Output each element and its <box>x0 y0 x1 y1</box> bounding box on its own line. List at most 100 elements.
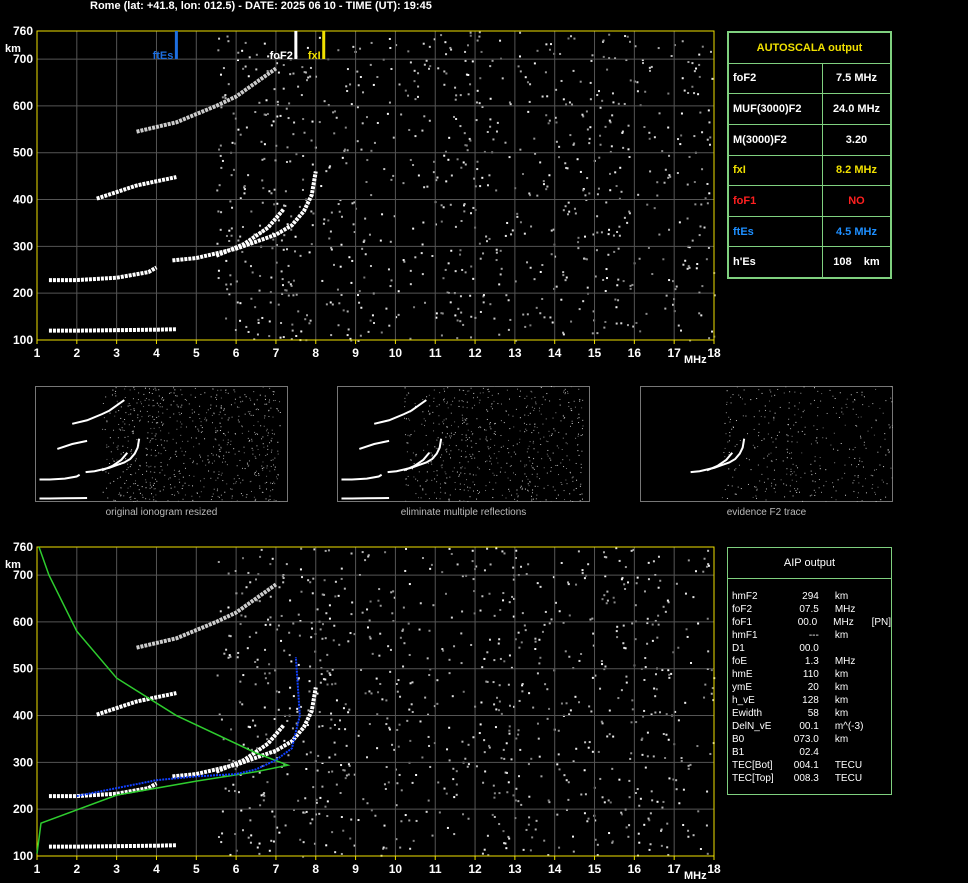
noise-dot <box>317 754 320 757</box>
noise-dot <box>814 481 816 483</box>
noise-dot <box>359 334 362 337</box>
noise-dot <box>150 428 152 430</box>
noise-dot <box>560 462 562 464</box>
noise-dot <box>242 479 244 481</box>
noise-dot <box>615 185 618 188</box>
noise-dot <box>180 447 182 449</box>
noise-dot <box>274 469 276 471</box>
noise-dot <box>241 425 243 427</box>
noise-dot <box>217 277 220 280</box>
noise-dot <box>448 672 451 675</box>
noise-dot <box>466 765 469 768</box>
noise-dot <box>627 581 630 584</box>
noise-dot <box>230 443 232 445</box>
noise-dot <box>525 428 527 430</box>
noise-dot <box>431 479 433 481</box>
noise-dot <box>445 792 448 795</box>
noise-dot <box>603 801 606 804</box>
noise-dot <box>117 478 119 480</box>
noise-dot <box>530 757 533 760</box>
noise-dot <box>254 660 257 663</box>
noise-dot <box>301 188 304 191</box>
noise-dot <box>840 443 842 445</box>
noise-dot <box>562 98 565 101</box>
noise-dot <box>277 408 279 410</box>
noise-dot <box>536 465 538 467</box>
noise-dot <box>605 201 608 204</box>
noise-dot <box>629 757 632 760</box>
noise-dot <box>151 486 153 488</box>
noise-dot <box>546 185 549 188</box>
noise-dot <box>228 634 231 637</box>
noise-dot <box>826 412 828 414</box>
noise-dot <box>402 182 405 185</box>
noise-dot <box>456 471 458 473</box>
noise-dot <box>261 158 264 161</box>
noise-dot <box>427 444 429 446</box>
noise-dot <box>470 212 473 215</box>
noise-dot <box>837 449 839 451</box>
noise-dot <box>239 235 242 238</box>
noise-dot <box>226 288 229 291</box>
noise-dot <box>579 399 581 401</box>
noise-dot <box>660 844 663 847</box>
noise-dot <box>423 115 426 118</box>
noise-dot <box>610 145 613 148</box>
noise-dot <box>436 176 439 179</box>
noise-dot <box>193 475 195 477</box>
x-unit-label: MHz <box>684 354 707 366</box>
noise-dot <box>490 406 492 408</box>
noise-dot <box>318 710 321 713</box>
noise-dot <box>735 468 737 470</box>
noise-dot <box>549 43 552 46</box>
noise-dot <box>670 55 673 58</box>
noise-dot <box>225 389 227 391</box>
noise-dot <box>567 201 570 204</box>
noise-dot <box>289 160 292 163</box>
noise-dot <box>376 121 379 124</box>
noise-dot <box>874 491 876 493</box>
noise-dot <box>472 277 475 280</box>
autoscala-param-value: NO <box>821 185 892 217</box>
noise-dot <box>407 50 410 53</box>
noise-dot <box>242 743 245 746</box>
trace-F2x <box>215 723 286 774</box>
noise-dot <box>200 421 202 423</box>
noise-dot <box>302 178 305 181</box>
noise-dot <box>556 763 559 766</box>
noise-dot <box>340 852 343 855</box>
noise-dot <box>758 431 760 433</box>
noise-dot <box>564 388 566 390</box>
noise-dot <box>471 60 474 63</box>
noise-dot <box>257 448 259 450</box>
noise-dot <box>251 719 254 722</box>
noise-dot <box>159 403 161 405</box>
noise-dot <box>310 243 313 246</box>
noise-dot <box>174 389 176 391</box>
noise-dot <box>580 472 582 474</box>
noise-dot <box>564 650 567 653</box>
noise-dot <box>148 404 150 406</box>
noise-dot <box>324 549 327 552</box>
noise-dot <box>220 389 222 391</box>
noise-dot <box>467 93 470 96</box>
noise-dot <box>426 657 429 660</box>
noise-dot <box>495 482 497 484</box>
noise-dot <box>552 452 554 454</box>
noise-dot <box>492 488 494 490</box>
noise-dot <box>887 450 889 452</box>
noise-dot <box>273 815 276 818</box>
noise-dot <box>350 818 353 821</box>
noise-dot <box>406 394 408 396</box>
noise-dot <box>872 403 874 405</box>
noise-dot <box>463 421 465 423</box>
noise-dot <box>202 460 204 462</box>
noise-dot <box>448 136 451 139</box>
noise-dot <box>467 501 469 502</box>
noise-dot <box>612 735 615 738</box>
noise-dot <box>241 557 244 560</box>
noise-dot <box>286 223 289 226</box>
noise-dot <box>698 312 701 315</box>
autoscala-param-value: 108 km <box>821 246 892 278</box>
noise-dot <box>888 451 890 453</box>
